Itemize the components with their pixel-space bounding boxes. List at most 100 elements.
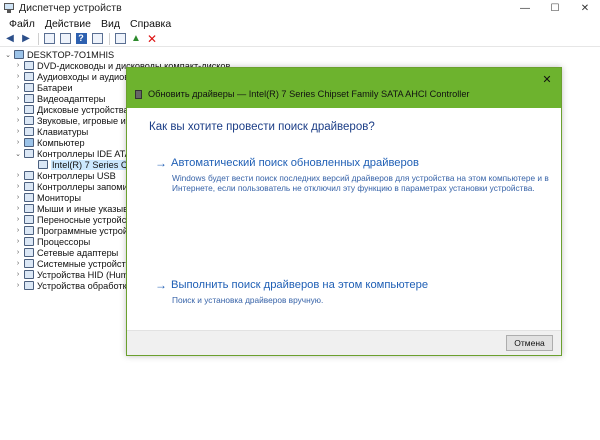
- arrow-right-icon: →: [155, 278, 167, 292]
- computer-icon: [24, 138, 34, 147]
- tree-item-label: Переносные устройства: [37, 214, 141, 225]
- menu-view[interactable]: Вид: [96, 18, 125, 30]
- network-adapter-icon: [24, 248, 34, 257]
- tree-item-usb-controllers[interactable]: › Контроллеры USB: [14, 170, 116, 181]
- console-tree-icon: [43, 33, 55, 44]
- menu-file[interactable]: Файл: [4, 18, 40, 30]
- expand-icon[interactable]: ›: [14, 170, 22, 181]
- auto-search-option[interactable]: → Автоматический поиск обновленных драйв…: [155, 156, 552, 193]
- tree-item-label: Сетевые адаптеры: [37, 247, 119, 258]
- expand-icon[interactable]: ›: [14, 82, 22, 93]
- dialog-footer: Отмена: [127, 330, 561, 355]
- browse-computer-option[interactable]: → Выполнить поиск драйверов на этом комп…: [155, 278, 552, 305]
- expand-icon[interactable]: ›: [14, 104, 22, 115]
- processor-icon: [24, 237, 34, 246]
- window-controls: — ☐ ✕: [510, 0, 600, 16]
- expand-icon[interactable]: ›: [14, 126, 22, 137]
- window-title: Диспетчер устройств: [19, 2, 122, 14]
- sound-device-icon: [24, 116, 34, 125]
- title-bar: Диспетчер устройств — ☐ ✕: [0, 0, 600, 16]
- expand-icon[interactable]: ›: [14, 93, 22, 104]
- forward-button[interactable]: ▶: [19, 32, 33, 46]
- usb-icon: [24, 171, 34, 180]
- expand-icon[interactable]: ›: [14, 236, 22, 247]
- tree-item-label: Видеоадаптеры: [37, 93, 106, 104]
- tree-item-computer[interactable]: › Компьютер: [14, 137, 85, 148]
- minimize-button[interactable]: —: [510, 0, 540, 16]
- arrow-right-icon: →: [155, 156, 167, 170]
- tree-root-label: DESKTOP-7O1MHIS: [27, 49, 115, 60]
- tree-item-video-adapters[interactable]: › Видеоадаптеры: [14, 93, 106, 104]
- mouse-icon: [24, 204, 34, 213]
- toolbar-separator: [109, 32, 110, 45]
- expand-icon[interactable]: ›: [14, 60, 22, 71]
- ide-controller-icon: [38, 160, 48, 169]
- expand-icon[interactable]: ›: [14, 258, 22, 269]
- tree-item-keyboards[interactable]: › Клавиатуры: [14, 126, 88, 137]
- expand-icon[interactable]: ›: [14, 115, 22, 126]
- dialog-header-band: ✕ Обновить драйверы — Intel(R) 7 Series …: [127, 68, 561, 108]
- imaging-device-icon: [24, 281, 34, 290]
- expand-icon[interactable]: ›: [14, 280, 22, 291]
- auto-search-link[interactable]: → Автоматический поиск обновленных драйв…: [155, 156, 552, 170]
- expand-icon[interactable]: ›: [14, 137, 22, 148]
- show-hide-tree-button[interactable]: [42, 32, 56, 46]
- system-device-icon: [24, 259, 34, 268]
- menu-action[interactable]: Действие: [40, 18, 96, 30]
- menu-bar: Файл Действие Вид Справка: [0, 16, 600, 31]
- collapse-icon[interactable]: ⌄: [14, 148, 22, 159]
- cancel-button[interactable]: Отмена: [506, 335, 553, 351]
- properties-icon: [59, 33, 71, 44]
- tree-item-label: Контроллеры USB: [37, 170, 116, 181]
- device-manager-icon: [4, 3, 14, 13]
- dialog-close-button[interactable]: ✕: [540, 72, 554, 86]
- tree-item-label: Мониторы: [37, 192, 81, 203]
- audio-io-icon: [24, 72, 34, 81]
- expand-icon[interactable]: ›: [14, 181, 22, 192]
- tree-item-monitors[interactable]: › Мониторы: [14, 192, 81, 203]
- close-window-button[interactable]: ✕: [570, 0, 600, 16]
- tree-item-network-adapters[interactable]: › Сетевые адаптеры: [14, 247, 118, 258]
- tree-item-processors[interactable]: › Процессоры: [14, 236, 90, 247]
- tree-item-label: Клавиатуры: [37, 126, 89, 137]
- maximize-button[interactable]: ☐: [540, 0, 570, 16]
- expand-icon[interactable]: ›: [14, 192, 22, 203]
- uninstall-device-button[interactable]: ✕: [145, 32, 159, 46]
- tree-item-system-devices[interactable]: › Системные устройства: [14, 258, 136, 269]
- tree-item-batteries[interactable]: › Батареи: [14, 82, 73, 93]
- auto-search-title: Автоматический поиск обновленных драйвер…: [171, 157, 419, 169]
- back-button[interactable]: ◀: [3, 32, 17, 46]
- help-icon: ?: [75, 33, 87, 44]
- view-button[interactable]: [90, 32, 104, 46]
- expand-icon[interactable]: ›: [14, 71, 22, 82]
- expand-icon[interactable]: ›: [14, 203, 22, 214]
- properties-button[interactable]: [58, 32, 72, 46]
- device-icon: [135, 89, 142, 99]
- browse-computer-link[interactable]: → Выполнить поиск драйверов на этом комп…: [155, 278, 552, 292]
- tree-root[interactable]: ⌄ DESKTOP-7O1MHIS: [4, 49, 114, 60]
- expand-icon[interactable]: ›: [14, 225, 22, 236]
- update-driver-button[interactable]: ▲: [129, 32, 143, 46]
- software-device-icon: [24, 226, 34, 235]
- battery-icon: [24, 83, 34, 92]
- browse-computer-description: Поиск и установка драйверов вручную.: [172, 295, 324, 305]
- toolbar: ◀ ▶ ? ▲ ✕: [0, 31, 600, 47]
- disk-drive-icon: [24, 105, 34, 114]
- collapse-icon[interactable]: ⌄: [4, 49, 12, 60]
- expand-icon[interactable]: ›: [14, 214, 22, 225]
- dialog-header-title: Обновить драйверы — Intel(R) 7 Series Ch…: [148, 89, 470, 99]
- scan-hardware-button[interactable]: [113, 32, 127, 46]
- dvd-drive-icon: [24, 61, 34, 70]
- view-icon: [91, 33, 103, 44]
- update-drivers-dialog: ✕ Обновить драйверы — Intel(R) 7 Series …: [126, 67, 562, 356]
- help-button[interactable]: ?: [74, 32, 88, 46]
- menu-help[interactable]: Справка: [125, 18, 176, 30]
- expand-icon[interactable]: ›: [14, 247, 22, 258]
- tree-item-label: Компьютер: [37, 137, 85, 148]
- expand-icon[interactable]: ›: [14, 269, 22, 280]
- tree-item-disk-drives[interactable]: › Дисковые устройства: [14, 104, 129, 115]
- keyboard-icon: [24, 127, 34, 136]
- tree-item-label: Дисковые устройства: [37, 104, 129, 115]
- tree-item-portable-devices[interactable]: › Переносные устройства: [14, 214, 141, 225]
- hid-device-icon: [24, 270, 34, 279]
